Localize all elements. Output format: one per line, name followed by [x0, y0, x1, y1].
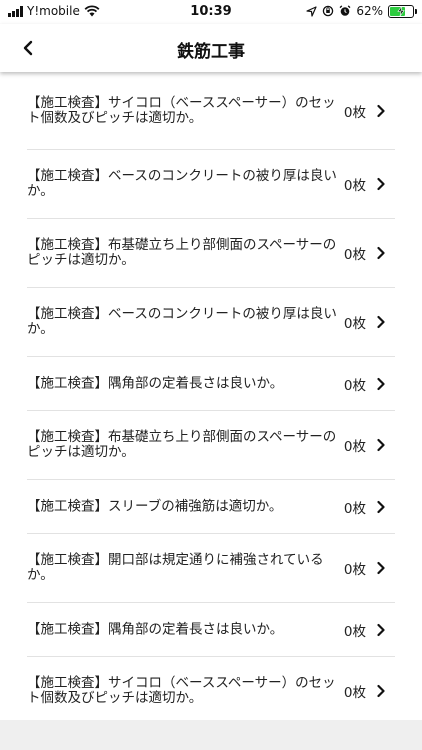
- photo-count: 0枚: [343, 104, 366, 121]
- photo-count: 0枚: [343, 500, 366, 517]
- photo-count: 0枚: [343, 377, 366, 394]
- list-item[interactable]: 【施工検査】サイコロ（ベーススペーサー）のセット個数及びピッチは適切か。 0枚: [27, 657, 395, 725]
- chevron-right-icon: [377, 438, 385, 452]
- item-label: 【施工検査】開口部は規定通りに補強されているか。: [27, 552, 324, 583]
- location-icon: [306, 5, 317, 17]
- list-item[interactable]: 【施工検査】隅角部の定着長さは良いか。 0枚: [27, 603, 395, 657]
- list-item[interactable]: 【施工検査】布基礎立ち上り部側面のスペーサーのピッチは適切か。 0枚: [27, 411, 395, 480]
- chevron-right-icon: [377, 246, 385, 260]
- rotation-lock-icon: [323, 5, 334, 17]
- chevron-right-icon: [377, 315, 385, 329]
- item-label: 【施工検査】布基礎立ち上り部側面のスペーサーのピッチは適切か。: [27, 237, 337, 268]
- list-item[interactable]: 【施工検査】隅角部の定着長さは良いか。 0枚: [27, 357, 395, 411]
- list-item[interactable]: 【施工検査】ベースのコンクリートの被り厚は良いか。 0枚: [27, 150, 395, 219]
- item-label: 【施工検査】ベースのコンクリートの被り厚は良いか。: [27, 306, 337, 337]
- photo-count: 0枚: [343, 439, 366, 455]
- chevron-right-icon: [377, 623, 385, 636]
- item-label: 【施工検査】隅角部の定着長さは良いか。: [27, 621, 284, 637]
- inspection-list: 【施工検査】サイコロ（ベーススペーサー）のセット個数及びピッチは適切か。 0枚 …: [0, 72, 422, 720]
- photo-count: 0枚: [343, 685, 366, 701]
- item-label: 【施工検査】ベースのコンクリートの被り厚は良いか。: [27, 168, 337, 199]
- battery-icon: [388, 4, 417, 18]
- item-label: 【施工検査】隅角部の定着長さは良いか。: [27, 375, 284, 391]
- status-bar: Y!mobile 10:39 62%: [0, 0, 422, 24]
- item-label: 【施工検査】スリーブの補強筋は適切か。: [27, 498, 283, 514]
- list-item[interactable]: 【施工検査】ベースのコンクリートの被り厚は良いか。 0枚: [27, 288, 395, 357]
- list-item[interactable]: 【施工検査】サイコロ（ベーススペーサー）のセット個数及びピッチは適切か。 0枚: [27, 72, 395, 150]
- chevron-right-icon: [377, 684, 385, 698]
- list-item[interactable]: 【施工検査】布基礎立ち上り部側面のスペーサーのピッチは適切か。 0枚: [27, 219, 395, 288]
- chevron-right-icon: [377, 104, 385, 117]
- item-label: 【施工検査】布基礎立ち上り部側面のスペーサーのピッチは適切か。: [27, 429, 337, 460]
- item-label: 【施工検査】サイコロ（ベーススペーサー）のセット個数及びピッチは適切か。: [27, 94, 336, 126]
- battery-percent: 62%: [356, 4, 383, 18]
- page-title: 鉄筋工事: [177, 42, 245, 62]
- chevron-right-icon: [377, 561, 385, 575]
- photo-count: 0枚: [343, 247, 366, 263]
- chevron-right-icon: [377, 177, 385, 191]
- photo-count: 0枚: [343, 316, 366, 332]
- alarm-icon: [339, 5, 351, 16]
- charging-bolt-icon: [397, 5, 405, 16]
- navigation-bar: 鉄筋工事: [0, 24, 422, 72]
- photo-count: 0枚: [343, 623, 366, 640]
- back-button[interactable]: [16, 36, 40, 60]
- photo-count: 0枚: [343, 562, 366, 578]
- item-label: 【施工検査】サイコロ（ベーススペーサー）のセット個数及びピッチは適切か。: [27, 675, 336, 706]
- list-item[interactable]: 【施工検査】開口部は規定通りに補強されているか。 0枚: [27, 534, 395, 603]
- list-item[interactable]: 【施工検査】スリーブの補強筋は適切か。 0枚: [27, 480, 395, 534]
- chevron-left-icon: [23, 40, 33, 56]
- chevron-right-icon: [377, 377, 385, 390]
- chevron-right-icon: [377, 500, 385, 513]
- photo-count: 0枚: [343, 178, 366, 194]
